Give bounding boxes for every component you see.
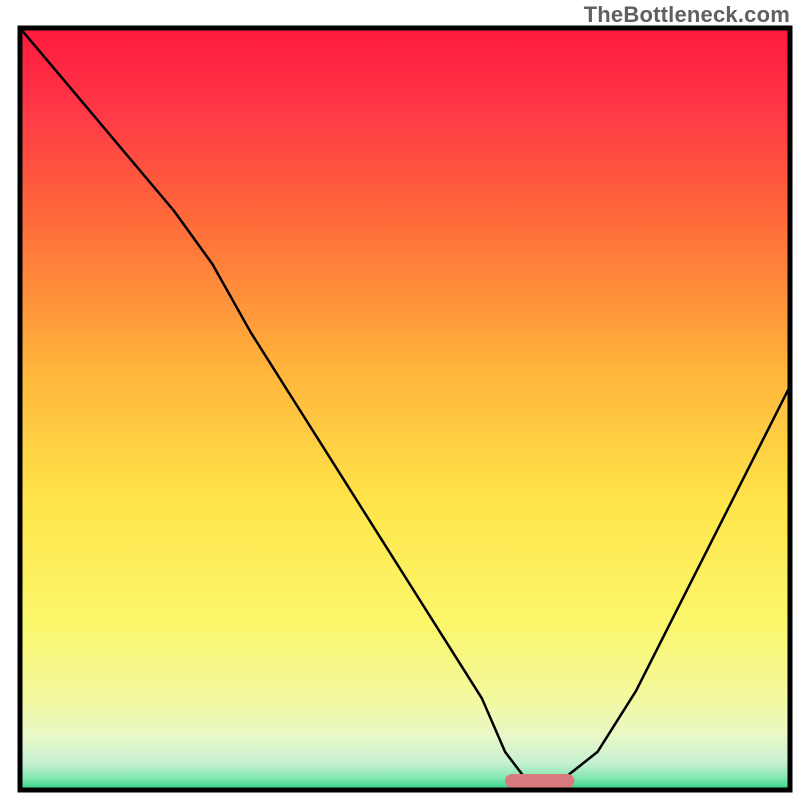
gradient-background	[20, 28, 790, 790]
optimal-marker	[505, 774, 574, 788]
plot-area	[20, 28, 790, 790]
chart-stage: TheBottleneck.com	[0, 0, 800, 800]
bottleneck-chart	[0, 0, 800, 800]
